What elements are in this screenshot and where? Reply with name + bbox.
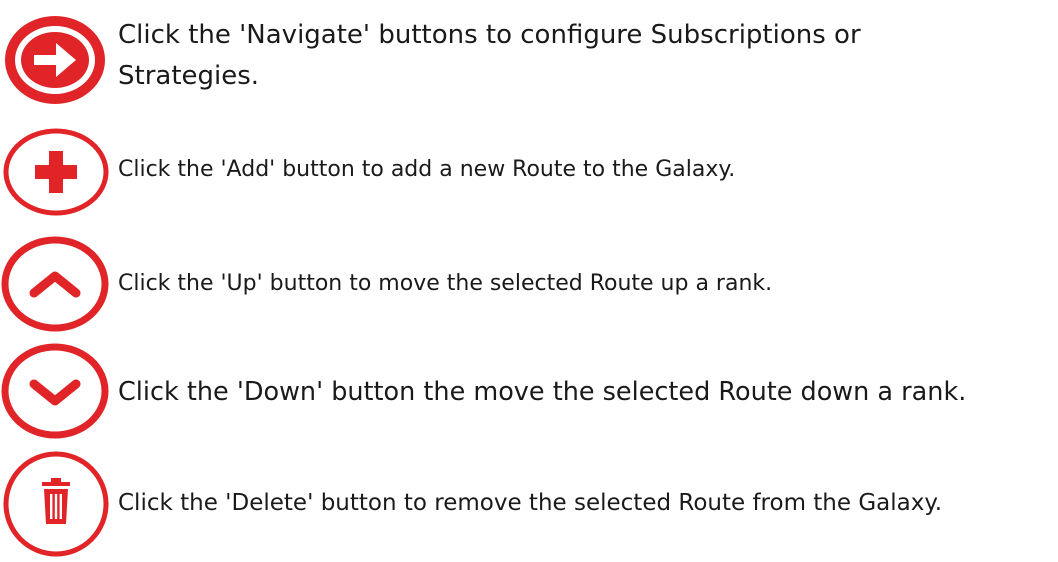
plus-icon [0, 127, 112, 217]
navigate-instruction-text: Click the 'Navigate' buttons to configur… [118, 20, 861, 91]
arrow-right-icon [0, 13, 108, 107]
delete-instruction-text: Click the 'Delete' button to remove the … [118, 490, 943, 516]
trash-icon [0, 448, 112, 560]
add-instruction-text: Click the 'Add' button to add a new Rout… [118, 157, 736, 182]
up-instruction-text: Click the 'Up' button to move the select… [118, 271, 773, 296]
chevron-down-icon [0, 342, 112, 440]
chevron-up-icon [0, 235, 112, 333]
down-instruction-text: Click the 'Down' button the move the sel… [118, 377, 967, 407]
